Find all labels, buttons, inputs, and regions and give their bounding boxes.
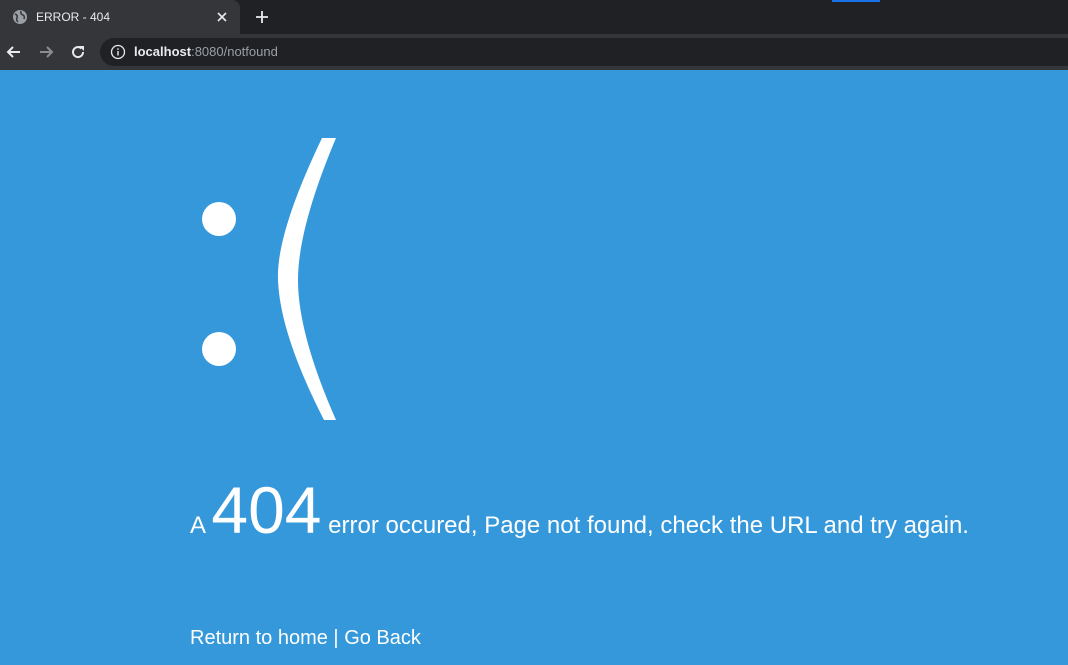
nav-links: Return to home | Go Back <box>190 625 421 651</box>
globe-icon <box>13 10 27 24</box>
link-separator: | <box>333 627 339 649</box>
error-message: A 404 error occured, Page not found, che… <box>190 475 1060 545</box>
error-code: 404 <box>211 473 322 547</box>
emoticon-mouth <box>277 138 336 420</box>
url-host: localhost <box>134 44 192 59</box>
message-prefix: A <box>190 512 205 539</box>
address-bar[interactable]: localhost:8080/notfound <box>100 38 1068 66</box>
tab-active[interactable]: ERROR - 404 <box>0 0 240 34</box>
tab-title: ERROR - 404 <box>36 10 111 24</box>
forward-arrow-icon[interactable] <box>36 42 56 62</box>
close-icon[interactable] <box>214 9 230 25</box>
emoticon-eye-top <box>202 202 236 236</box>
return-home-link[interactable]: Return to home <box>190 627 328 649</box>
tab-strip: ERROR - 404 <box>0 0 1068 34</box>
accent-bar <box>832 0 880 2</box>
back-arrow-icon[interactable] <box>4 42 24 62</box>
message-suffix: error occured, Page not found, check the… <box>328 512 969 539</box>
go-back-link[interactable]: Go Back <box>344 627 421 649</box>
error-page: A 404 error occured, Page not found, che… <box>0 70 1068 665</box>
plus-icon[interactable] <box>252 7 272 27</box>
url-text[interactable]: localhost:8080/notfound <box>134 44 278 60</box>
info-icon[interactable] <box>110 44 126 60</box>
url-path: :8080/notfound <box>191 44 278 59</box>
toolbar: localhost:8080/notfound <box>0 34 1068 70</box>
reload-icon[interactable] <box>68 42 88 62</box>
browser-window: ERROR - 404 localhost:8080/notfound A 40… <box>0 0 1068 665</box>
emoticon-eye-bottom <box>202 332 236 366</box>
